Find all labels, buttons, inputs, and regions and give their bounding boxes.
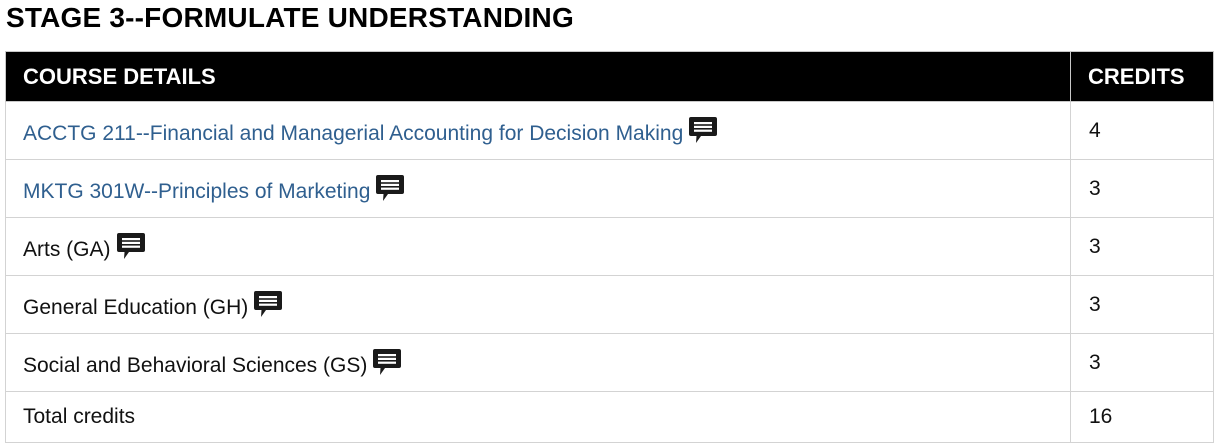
- table-header-row: COURSE DETAILS CREDITS: [5, 51, 1214, 102]
- comment-icon[interactable]: [687, 115, 719, 145]
- credits-cell: 3: [1070, 333, 1214, 392]
- total-credits: 16: [1070, 391, 1214, 443]
- course-label: Arts (GA): [23, 238, 111, 261]
- credits-cell: 3: [1070, 275, 1214, 334]
- course-details-cell: Arts (GA): [5, 217, 1071, 276]
- course-details-header: COURSE DETAILS: [5, 51, 1071, 102]
- stage-title: STAGE 3--FORMULATE UNDERSTANDING: [6, 2, 574, 33]
- comment-icon[interactable]: [252, 289, 284, 319]
- table-row: ACCTG 211--Financial and Managerial Acco…: [5, 101, 1214, 160]
- comment-icon[interactable]: [115, 231, 147, 261]
- credits-cell: 3: [1070, 217, 1214, 276]
- table-row: General Education (GH) 3: [5, 275, 1214, 334]
- credits-header: CREDITS: [1070, 51, 1214, 102]
- comment-icon[interactable]: [374, 173, 406, 203]
- comment-icon[interactable]: [371, 347, 403, 377]
- total-row: Total credits 16: [5, 391, 1214, 443]
- course-label: Social and Behavioral Sciences (GS): [23, 354, 368, 377]
- course-link-acctg-211[interactable]: ACCTG 211--Financial and Managerial Acco…: [23, 122, 683, 145]
- table-row: Social and Behavioral Sciences (GS) 3: [5, 333, 1214, 392]
- table-row: Arts (GA) 3: [5, 217, 1214, 276]
- course-details-cell: MKTG 301W--Principles of Marketing: [5, 159, 1071, 218]
- credits-cell: 4: [1070, 101, 1214, 160]
- total-label: Total credits: [5, 391, 1071, 443]
- course-table: COURSE DETAILS CREDITS ACCTG 211--Financ…: [5, 51, 1214, 443]
- course-details-cell: Social and Behavioral Sciences (GS): [5, 333, 1071, 392]
- course-details-cell: ACCTG 211--Financial and Managerial Acco…: [5, 101, 1071, 160]
- credits-cell: 3: [1070, 159, 1214, 218]
- course-details-cell: General Education (GH): [5, 275, 1071, 334]
- course-link-mktg-301w[interactable]: MKTG 301W--Principles of Marketing: [23, 180, 370, 203]
- table-row: MKTG 301W--Principles of Marketing 3: [5, 159, 1214, 218]
- course-label: General Education (GH): [23, 296, 249, 319]
